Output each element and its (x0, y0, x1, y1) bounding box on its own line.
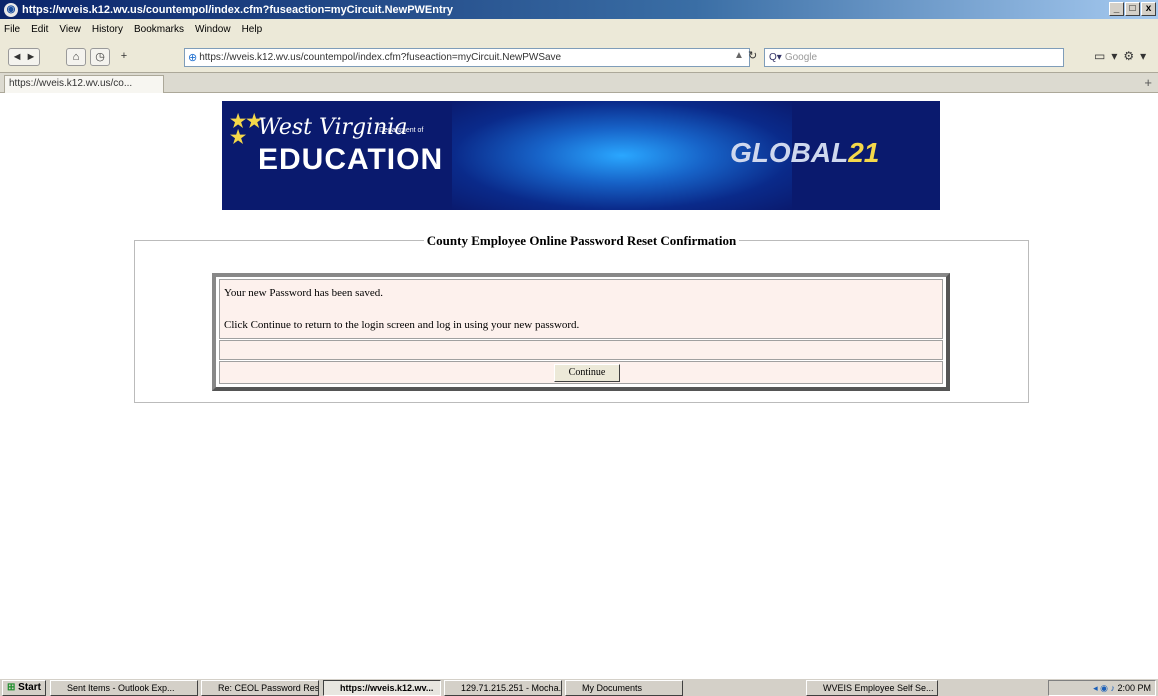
globe-icon: ⊕ (188, 52, 198, 64)
taskbar-item-mocha[interactable]: 129.71.215.251 - Mocha... (444, 680, 562, 696)
global21-number: 21 (848, 137, 880, 168)
taskbar-item-ceol-reply[interactable]: Re: CEOL Password Res... (201, 680, 319, 696)
page-title: County Employee Online Password Reset Co… (423, 233, 740, 248)
taskbar-item-my-documents[interactable]: My Documents (565, 680, 683, 696)
taskbar-item-browser[interactable]: https://wveis.k12.wv... (323, 680, 441, 696)
history-icon[interactable]: ◷ (90, 48, 110, 66)
taskbar-item-wveis-self-service[interactable]: WVEIS Employee Self Se... (806, 680, 938, 696)
confirmation-table: Your new Password has been saved. Click … (212, 273, 950, 391)
lock-icon: ▲ (734, 50, 744, 61)
system-tray: ◂ ◉ ♪ 2:00 PM (1048, 680, 1156, 696)
banner-education: EDUCATION (258, 143, 444, 176)
start-label: Start (18, 681, 41, 693)
reload-icon[interactable]: ↻ (748, 49, 757, 62)
browser-icon: ◉ (4, 2, 18, 17)
saved-message: Your new Password has been saved. (224, 287, 383, 299)
add-bookmark-icon[interactable]: + (116, 48, 132, 66)
message-cell: Your new Password has been saved. Click … (219, 279, 943, 339)
tab-current[interactable]: https://wveis.k12.wv.us/co... (4, 75, 164, 93)
new-tab-icon[interactable]: + (1144, 75, 1152, 90)
address-bar[interactable]: ⊕ https://wveis.k12.wv.us/countempol/ind… (184, 48, 750, 67)
banner-department: Department of (379, 127, 424, 134)
home-icon[interactable]: ⌂ (66, 48, 86, 66)
clock: 2:00 PM (1117, 683, 1151, 693)
global21-logo: GLOBAL21 (730, 137, 879, 169)
instruction-message: Click Continue to return to the login sc… (224, 319, 580, 331)
menu-help[interactable]: Help (242, 24, 263, 35)
window-controls: _ □ x (1109, 2, 1156, 16)
menu-bookmarks[interactable]: Bookmarks (134, 24, 184, 35)
global21-prefix: GLOBAL (730, 137, 849, 168)
taskbar-item-outlook[interactable]: Sent Items - Outlook Exp... (50, 680, 198, 696)
menu-view[interactable]: View (59, 24, 81, 35)
menu-edit[interactable]: Edit (31, 24, 48, 35)
tray-icons[interactable]: ◂ ◉ ♪ (1093, 683, 1117, 693)
window-title: https://wveis.k12.wv.us/countempol/index… (22, 3, 454, 16)
tab-bar: https://wveis.k12.wv.us/co... + (0, 73, 1158, 93)
menu-bar: File Edit View History Bookmarks Window … (0, 19, 1158, 39)
search-input[interactable]: Q▾ Google (764, 48, 1064, 67)
empty-row (219, 340, 943, 360)
button-row: Continue (219, 361, 943, 384)
wv-education-banner: ★★ ★ West Virginia Department of EDUCATIO… (222, 101, 940, 210)
navigation-toolbar: ◄ ► ⌂ ◷ + ⊕ https://wveis.k12.wv.us/coun… (0, 39, 1158, 73)
menu-file[interactable]: File (4, 24, 20, 35)
fieldset-legend: County Employee Online Password Reset Co… (135, 233, 1028, 249)
address-url: https://wveis.k12.wv.us/countempol/index… (199, 52, 562, 63)
minimize-button[interactable]: _ (1109, 2, 1124, 16)
close-button[interactable]: x (1141, 2, 1156, 16)
page-gear-icons[interactable]: ▭▾⚙▾ (1094, 49, 1152, 63)
search-placeholder: Google (784, 52, 818, 63)
windows-logo-icon: ⊞ (7, 681, 16, 693)
window-title-bar: ◉ https://wveis.k12.wv.us/countempol/ind… (0, 0, 1158, 19)
maximize-button[interactable]: □ (1125, 2, 1140, 16)
back-forward-buttons[interactable]: ◄ ► (8, 48, 40, 66)
start-button[interactable]: ⊞ Start (2, 679, 46, 696)
windows-taskbar: ⊞ Start Sent Items - Outlook Exp... Re: … (0, 678, 1158, 696)
menu-history[interactable]: History (92, 24, 123, 35)
menu-window[interactable]: Window (195, 24, 231, 35)
continue-button[interactable]: Continue (554, 364, 620, 382)
search-icon: Q▾ (769, 52, 782, 63)
